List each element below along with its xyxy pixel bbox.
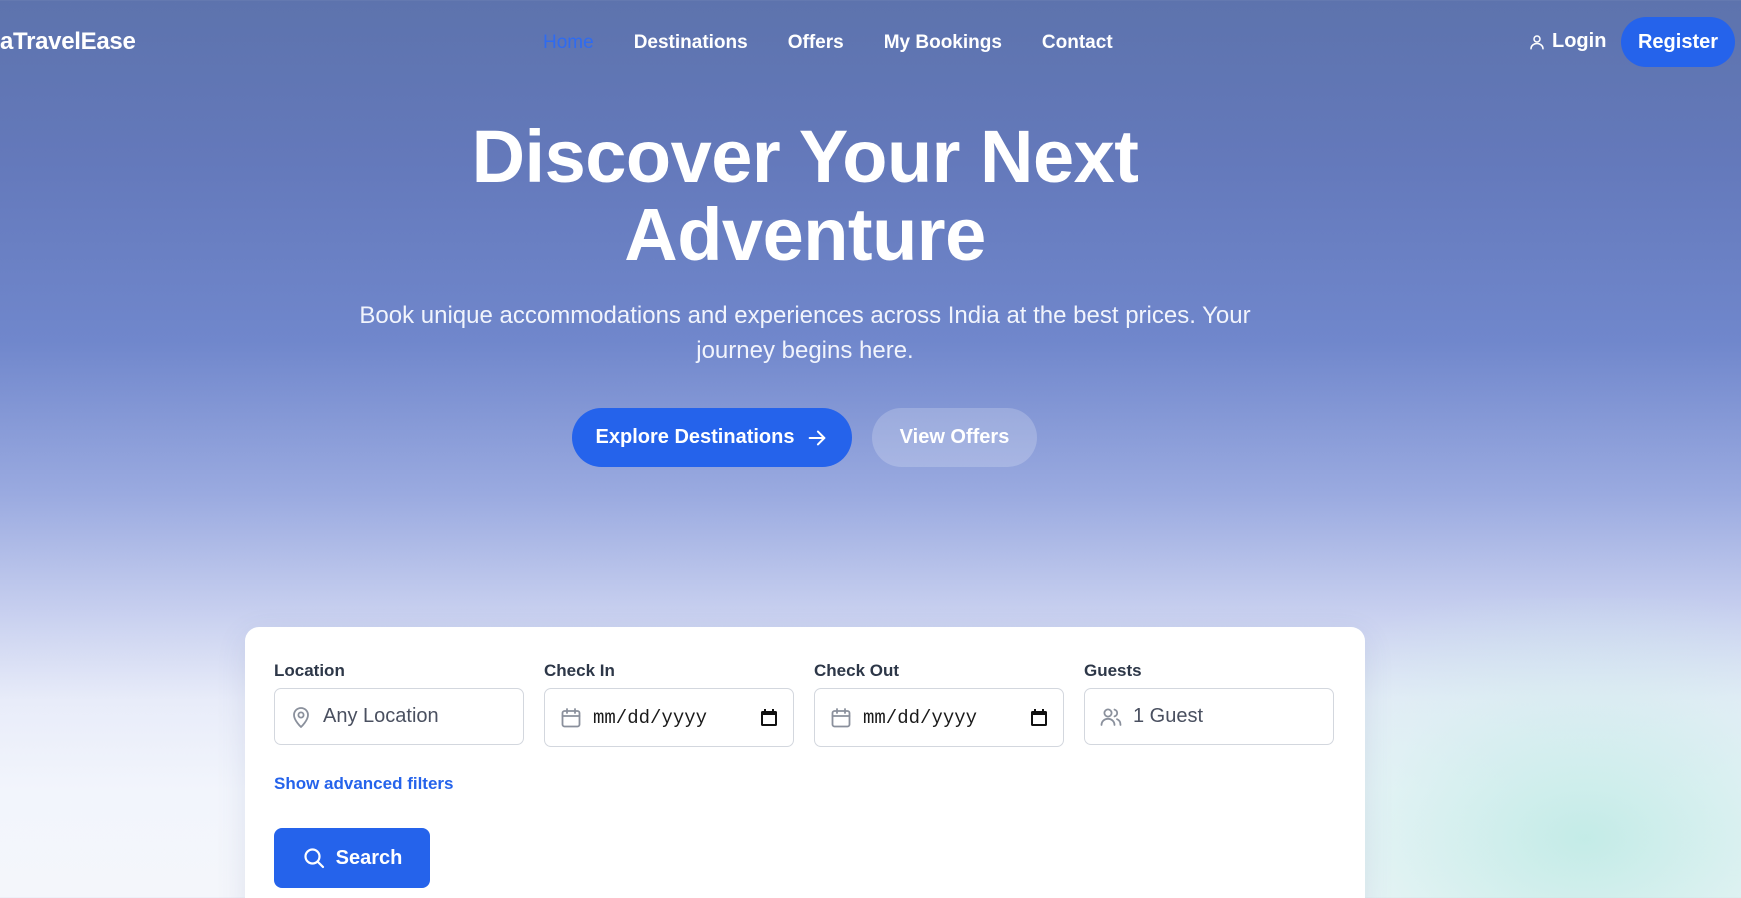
guests-label: Guests — [1084, 661, 1142, 680]
user-icon — [1530, 34, 1544, 49]
explore-destinations-button[interactable]: Explore Destinations — [572, 408, 852, 467]
calendar-icon — [561, 707, 581, 727]
checkout-field[interactable]: mm/dd/yyyy — [814, 688, 1064, 747]
nav-home[interactable]: Home — [543, 32, 594, 54]
location-label: Location — [274, 661, 345, 680]
calendar-picker-icon[interactable] — [759, 708, 779, 728]
guests-value: 1 Guest — [1133, 705, 1204, 727]
main-nav: Home Destinations Offers My Bookings Con… — [543, 32, 1113, 54]
login-label: Login — [1552, 30, 1607, 52]
nav-destinations[interactable]: Destinations — [634, 32, 748, 54]
nav-my-bookings[interactable]: My Bookings — [884, 32, 1002, 54]
brand-logo[interactable]: aTravelEase — [0, 28, 136, 56]
checkin-value: mm/dd/yyyy — [593, 706, 708, 729]
checkout-value: mm/dd/yyyy — [863, 706, 978, 729]
checkin-label: Check In — [544, 661, 615, 680]
location-placeholder: Any Location — [323, 705, 439, 727]
show-advanced-filters-link[interactable]: Show advanced filters — [274, 774, 454, 794]
calendar-icon — [831, 707, 851, 727]
register-button[interactable]: Register — [1621, 17, 1735, 67]
arrow-right-icon — [809, 430, 826, 445]
users-icon — [1100, 708, 1122, 726]
checkout-label: Check Out — [814, 661, 900, 680]
search-icon — [304, 848, 324, 869]
guests-field[interactable]: 1 Guest — [1084, 688, 1334, 745]
search-button[interactable]: Search — [274, 828, 430, 888]
hero-subtitle: Book unique accommodations and experienc… — [359, 302, 1251, 364]
hero-title-line1: Discover Your Next — [471, 115, 1139, 198]
hero-title: Discover Your Next Adventure — [380, 118, 1230, 274]
explore-destinations-label: Explore Destinations — [595, 426, 795, 448]
login-link[interactable]: Login — [1528, 30, 1606, 53]
location-field[interactable]: Any Location — [274, 688, 524, 745]
calendar-picker-icon[interactable] — [1029, 708, 1049, 728]
checkin-field[interactable]: mm/dd/yyyy — [544, 688, 794, 747]
hero-title-line2: Adventure — [624, 193, 986, 276]
nav-contact[interactable]: Contact — [1042, 32, 1113, 54]
nav-offers[interactable]: Offers — [788, 32, 844, 54]
search-label: Search — [335, 846, 403, 869]
view-offers-button[interactable]: View Offers — [872, 408, 1037, 467]
map-pin-icon — [293, 706, 309, 728]
